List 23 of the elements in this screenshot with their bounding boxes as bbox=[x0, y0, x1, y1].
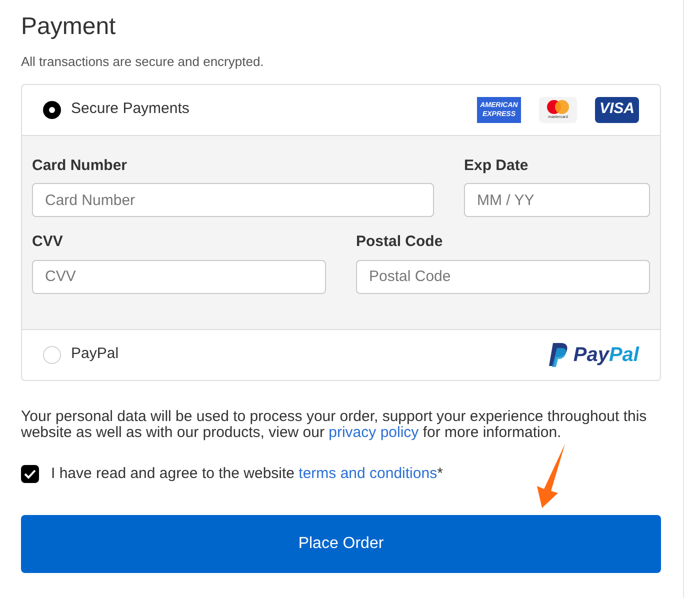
input-field[interactable]: MM / YY bbox=[464, 183, 650, 217]
input-field[interactable]: CVV bbox=[32, 260, 326, 294]
place-order-button[interactable]: Place Order bbox=[21, 515, 661, 573]
radio-button[interactable] bbox=[43, 100, 61, 118]
field-label: Exp Date bbox=[464, 156, 530, 176]
terms-text: I have read and agree to the website terms and conditions* bbox=[51, 464, 443, 484]
input-field[interactable]: Card Number bbox=[32, 183, 434, 217]
method-label[interactable]: PayPal bbox=[71, 343, 119, 366]
terms-checkbox[interactable] bbox=[21, 464, 39, 483]
field-label: Card Number bbox=[32, 156, 128, 176]
field-label: CVV bbox=[32, 232, 64, 252]
page-title: Payment bbox=[21, 12, 117, 42]
paypal-logo: PayPal bbox=[549, 340, 639, 370]
privacy-notice: Your personal data will be used to process your order, support your experience throughout this website as well as with our products, view our privacy policy for more information. bbox=[21, 408, 648, 440]
method-label[interactable]: Secure Payments bbox=[71, 98, 190, 121]
privacy-policy-link[interactable]: privacy policy bbox=[328, 424, 419, 440]
terms-link[interactable]: terms and conditions bbox=[298, 464, 438, 482]
arrow-icon bbox=[535, 443, 567, 509]
visa-logo: VISA bbox=[595, 96, 639, 122]
field-label: Postal Code bbox=[356, 232, 444, 252]
input-field[interactable]: Postal Code bbox=[356, 260, 650, 294]
subtitle: All transactions are secure and encrypted. bbox=[21, 53, 265, 71]
radio-button[interactable] bbox=[43, 346, 61, 364]
